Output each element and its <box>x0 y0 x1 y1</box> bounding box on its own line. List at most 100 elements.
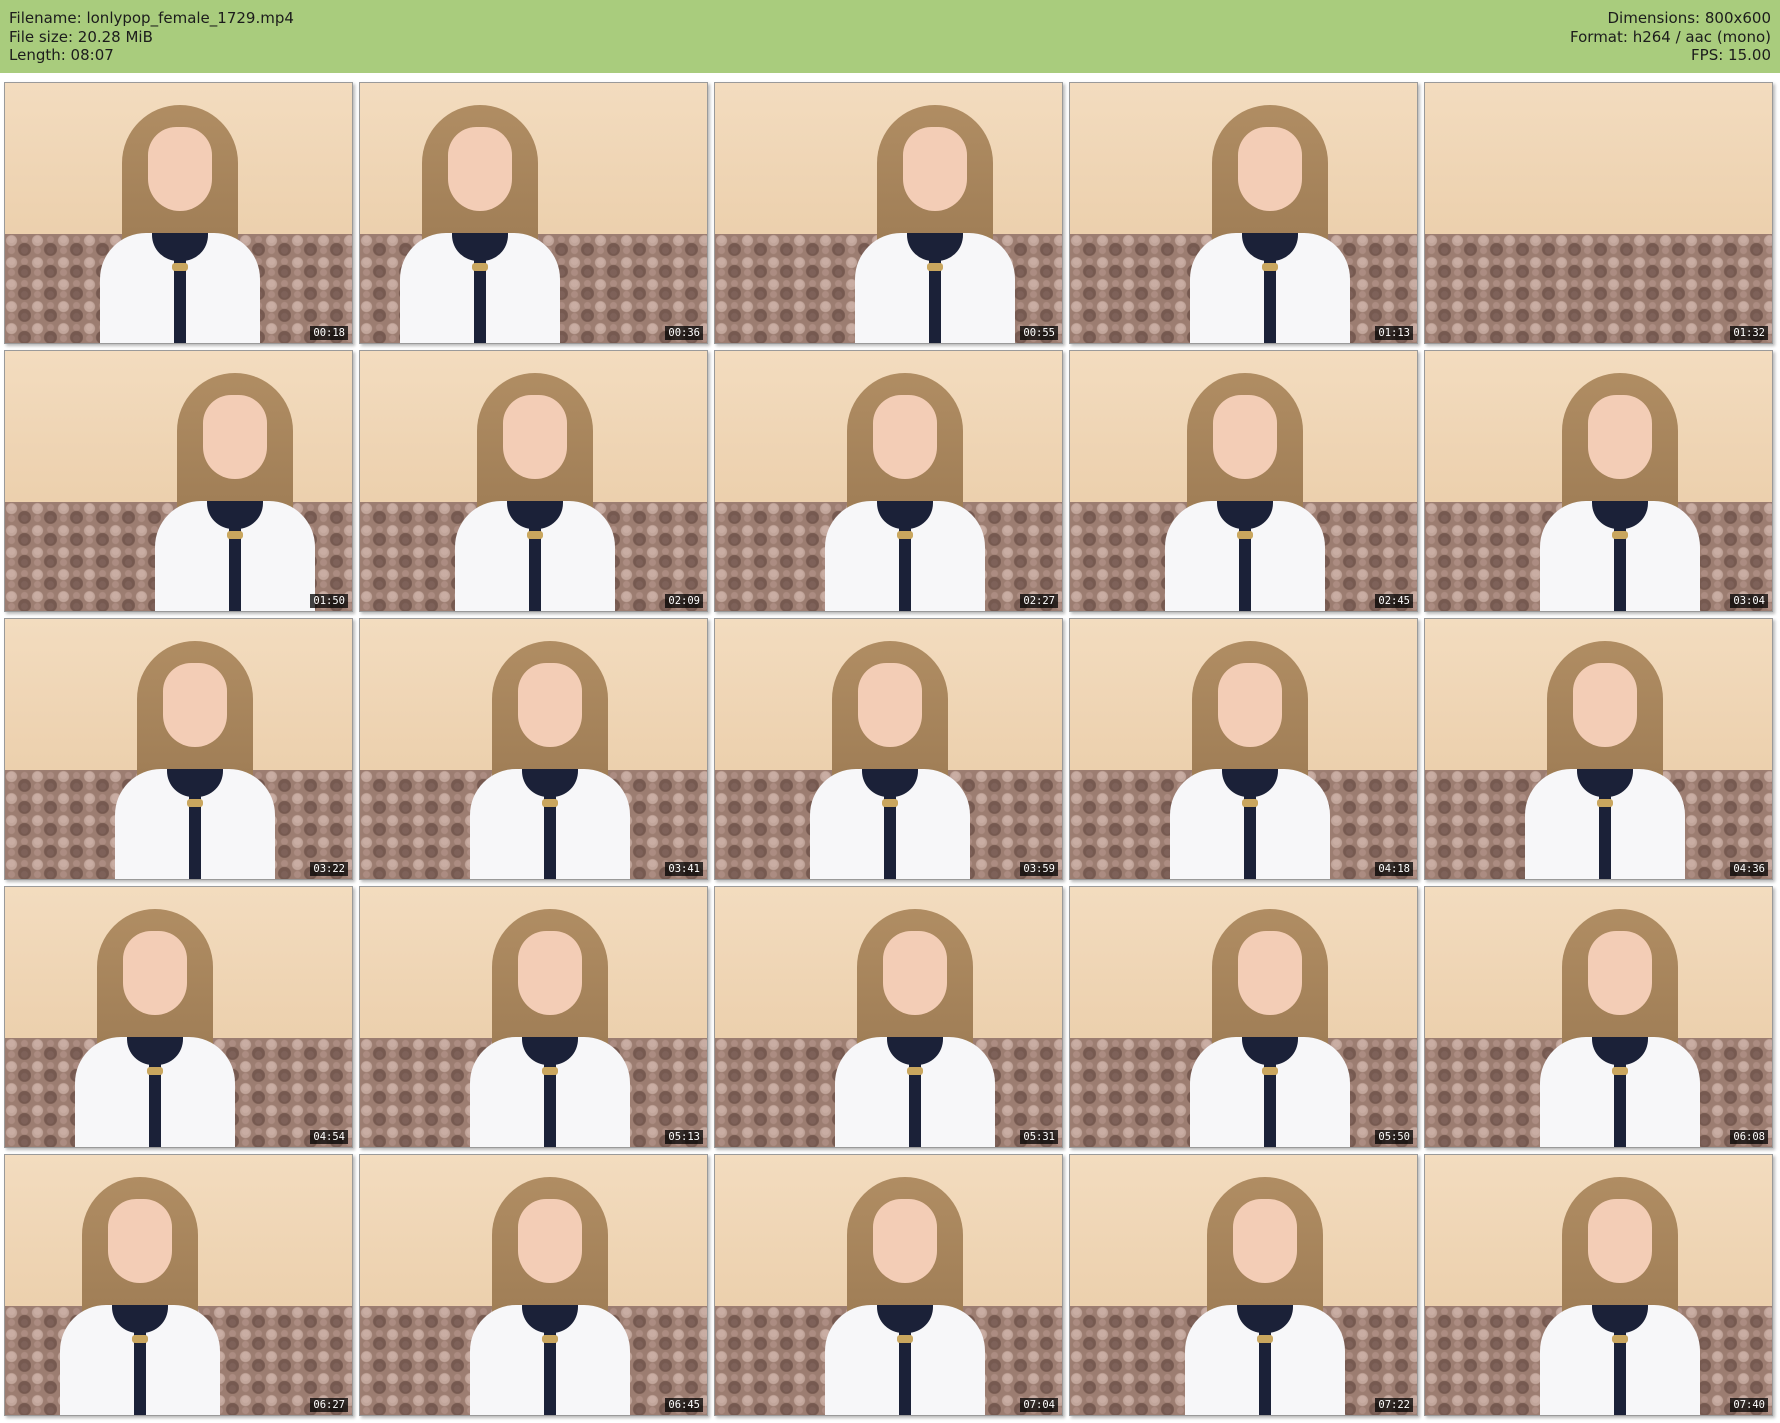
bow-shape <box>1257 1335 1273 1343</box>
bow-shape <box>897 1335 913 1343</box>
thumbnail-grid: 00:18 00:36 00:55 01:13 01:32 01:50 02:09 02:27… <box>4 82 1773 1416</box>
thumbnail-frame[interactable]: 00:55 <box>714 82 1063 344</box>
timestamp-label: 03:41 <box>665 862 703 876</box>
timestamp-label: 03:22 <box>310 862 348 876</box>
face-shape <box>203 395 267 479</box>
thumbnail-frame[interactable]: 00:18 <box>4 82 353 344</box>
bow-shape <box>132 1335 148 1343</box>
face-shape <box>148 127 212 211</box>
thumbnail-frame[interactable]: 01:13 <box>1069 82 1418 344</box>
thumbnail-frame[interactable]: 05:13 <box>359 886 708 1148</box>
face-shape <box>873 1199 937 1283</box>
person-figure <box>825 351 985 611</box>
thumbnail-frame[interactable]: 02:09 <box>359 350 708 612</box>
thumbnail-frame[interactable]: 07:40 <box>1424 1154 1773 1416</box>
thumbnail-frame[interactable]: 07:22 <box>1069 1154 1418 1416</box>
timestamp-label: 00:18 <box>310 326 348 340</box>
bow-shape <box>897 531 913 539</box>
thumbnail-frame[interactable]: 03:22 <box>4 618 353 880</box>
person-figure <box>835 887 995 1147</box>
thumbnail-frame[interactable]: 04:18 <box>1069 618 1418 880</box>
bow-shape <box>147 1067 163 1075</box>
person-figure <box>155 351 315 611</box>
thumbnail-frame[interactable]: 02:45 <box>1069 350 1418 612</box>
thumbnail-frame[interactable]: 06:27 <box>4 1154 353 1416</box>
person-figure <box>1165 351 1325 611</box>
person-figure <box>400 83 560 343</box>
bow-shape <box>527 531 543 539</box>
thumbnail-frame[interactable]: 00:36 <box>359 82 708 344</box>
face-shape <box>518 1199 582 1283</box>
bow-shape <box>542 1067 558 1075</box>
timestamp-label: 07:40 <box>1730 1398 1768 1412</box>
timestamp-label: 04:36 <box>1730 862 1768 876</box>
face-shape <box>1588 931 1652 1015</box>
timestamp-label: 00:55 <box>1020 326 1058 340</box>
thumbnail-frame[interactable]: 03:41 <box>359 618 708 880</box>
face-shape <box>883 931 947 1015</box>
person-figure <box>1540 1155 1700 1415</box>
face-shape <box>518 663 582 747</box>
thumbnail-frame[interactable]: 04:54 <box>4 886 353 1148</box>
timestamp-label: 04:54 <box>310 1130 348 1144</box>
file-size-text: File size: 20.28 MiB <box>9 27 153 46</box>
timestamp-label: 06:27 <box>310 1398 348 1412</box>
timestamp-label: 01:13 <box>1375 326 1413 340</box>
bow-shape <box>227 531 243 539</box>
thumbnail-frame[interactable]: 03:59 <box>714 618 1063 880</box>
bow-shape <box>907 1067 923 1075</box>
person-figure <box>470 619 630 879</box>
thumbnail-frame[interactable]: 01:50 <box>4 350 353 612</box>
timestamp-label: 01:32 <box>1730 326 1768 340</box>
thumbnail-frame[interactable]: 01:32 <box>1424 82 1773 344</box>
timestamp-label: 05:31 <box>1020 1130 1058 1144</box>
bow-shape <box>187 799 203 807</box>
bow-shape <box>1597 799 1613 807</box>
timestamp-label: 00:36 <box>665 326 703 340</box>
thumbnail-frame[interactable]: 02:27 <box>714 350 1063 612</box>
thumbnail-frame[interactable]: 06:08 <box>1424 886 1773 1148</box>
face-shape <box>1238 127 1302 211</box>
bow-shape <box>542 1335 558 1343</box>
person-figure <box>100 83 260 343</box>
thumbnail-frame[interactable]: 05:31 <box>714 886 1063 1148</box>
bow-shape <box>542 799 558 807</box>
face-shape <box>108 1199 172 1283</box>
person-figure <box>1185 1155 1345 1415</box>
thumbnail-frame[interactable]: 06:45 <box>359 1154 708 1416</box>
dimensions-text: Dimensions: 800x600 <box>1607 9 1771 27</box>
bow-shape <box>882 799 898 807</box>
bow-shape <box>1262 1067 1278 1075</box>
bow-shape <box>472 263 488 271</box>
face-shape <box>1233 1199 1297 1283</box>
person-figure <box>470 887 630 1147</box>
info-header: Filename: lonlypop_female_1729.mp4 File … <box>0 0 1780 73</box>
timestamp-label: 06:45 <box>665 1398 703 1412</box>
timestamp-label: 01:50 <box>310 594 348 608</box>
file-info: Filename: lonlypop_female_1729.mp4 File … <box>9 9 294 65</box>
fps-text: FPS: 15.00 <box>1691 46 1771 64</box>
bow-shape <box>1612 1335 1628 1343</box>
timestamp-label: 02:09 <box>665 594 703 608</box>
face-shape <box>858 663 922 747</box>
timestamp-label: 02:27 <box>1020 594 1058 608</box>
stream-info: Dimensions: 800x600 Format: h264 / aac (… <box>1570 9 1771 65</box>
timestamp-label: 02:45 <box>1375 594 1413 608</box>
face-shape <box>1213 395 1277 479</box>
face-shape <box>123 931 187 1015</box>
thumbnail-frame[interactable]: 07:04 <box>714 1154 1063 1416</box>
thumbnail-frame[interactable]: 05:50 <box>1069 886 1418 1148</box>
person-figure <box>1540 351 1700 611</box>
filename-text: Filename: lonlypop_female_1729.mp4 <box>9 9 294 27</box>
face-shape <box>1238 931 1302 1015</box>
thumbnail-frame[interactable]: 04:36 <box>1424 618 1773 880</box>
thumbnail-frame[interactable]: 03:04 <box>1424 350 1773 612</box>
person-figure <box>470 1155 630 1415</box>
timestamp-label: 05:13 <box>665 1130 703 1144</box>
timestamp-label: 05:50 <box>1375 1130 1413 1144</box>
timestamp-label: 04:18 <box>1375 862 1413 876</box>
person-figure <box>855 83 1015 343</box>
person-figure <box>1190 887 1350 1147</box>
background-wall <box>1425 83 1772 234</box>
timestamp-label: 07:04 <box>1020 1398 1058 1412</box>
